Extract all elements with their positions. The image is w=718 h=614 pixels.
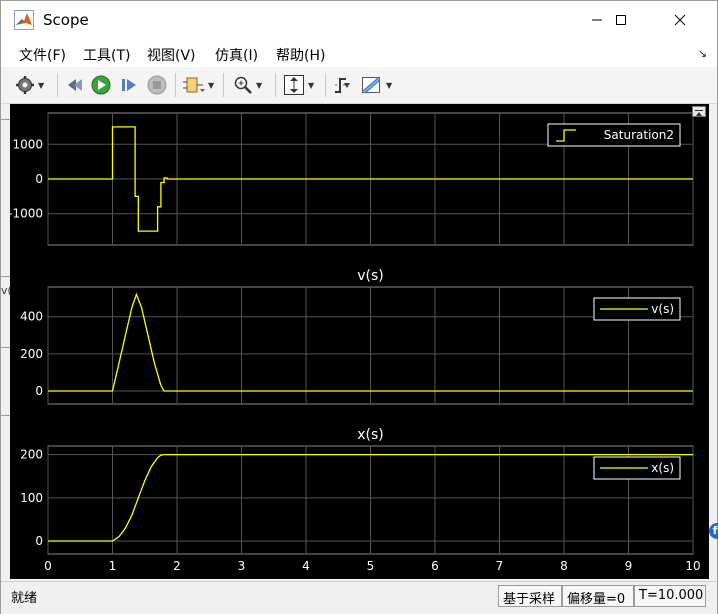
menu-view[interactable]: 视图(V) [147, 45, 196, 65]
signal-select-icon [183, 77, 205, 93]
x-tick-label: 7 [496, 559, 504, 573]
y-tick-label: 1000 [12, 137, 43, 151]
measure-icon [362, 77, 381, 94]
background-fragment: v( [1, 284, 12, 297]
plot-title: x(s) [357, 427, 384, 443]
time-readout: T=10.000 [634, 585, 706, 607]
y-tick-label: 200 [20, 448, 43, 462]
step-forward-button[interactable] [119, 74, 139, 96]
plot-area: -1000 0 1000 Saturation2 0 200 400 v(s) v(s) 0 100… [8, 104, 709, 579]
trigger-button[interactable] [333, 74, 353, 96]
scope-plots: -100001000Saturation20200400v(s)v(s)0100… [8, 112, 701, 573]
step-forward-icon [122, 79, 136, 91]
dropdown-arrow-icon[interactable]: ▼ [208, 81, 214, 90]
y-tick-label: -1000 [10, 207, 43, 221]
y-tick-label: 0 [35, 172, 43, 186]
maximize-button[interactable] [598, 1, 644, 39]
x-tick-label: 10 [685, 559, 700, 573]
signal-select-button[interactable]: ▼ [183, 74, 214, 96]
info-badge-icon[interactable]: f [709, 523, 718, 539]
trigger-icon [335, 78, 351, 93]
close-icon [674, 14, 686, 26]
y-tick-label: 0 [35, 534, 43, 548]
menu-file[interactable]: 文件(F) [19, 45, 66, 65]
dropdown-arrow-icon[interactable]: ▼ [308, 81, 314, 90]
scope-window: Scope 文件(F) 工具(T) 视图(V) 仿真(I) 帮助(H) ↘ ▼ [0, 0, 718, 614]
x-tick-label: 4 [302, 559, 310, 573]
status-text: 就绪 [11, 591, 38, 606]
window-title: Scope [43, 11, 89, 29]
x-tick-label: 6 [431, 559, 439, 573]
dropdown-arrow-icon[interactable]: ▼ [256, 81, 262, 90]
dropdown-arrow-icon[interactable]: ▼ [38, 81, 44, 90]
configuration-button[interactable]: ▼ [15, 74, 44, 96]
x-tick-label: 2 [173, 559, 181, 573]
sample-mode: 基于采样 [498, 585, 562, 607]
zoom-icon [234, 76, 252, 94]
y-tick-label: 400 [20, 310, 43, 324]
stop-icon [147, 75, 167, 95]
gear-icon [16, 76, 34, 94]
x-tick-label: 0 [44, 559, 52, 573]
legend-label: x(s) [651, 461, 674, 475]
x-tick-label: 9 [625, 559, 633, 573]
close-button[interactable] [657, 1, 703, 39]
dropdown-arrow-icon[interactable]: ▼ [386, 81, 392, 90]
scale-axes-icon [284, 75, 304, 95]
run-backward-button[interactable] [65, 74, 85, 96]
legend-label: v(s) [651, 302, 674, 316]
run-backward-icon [68, 79, 82, 91]
menu-help[interactable]: 帮助(H) [276, 45, 325, 65]
x-tick-label: 1 [109, 559, 117, 573]
toolbar: ▼ ▼ ▼ ▼ ▼ [1, 67, 717, 104]
menu-simulation[interactable]: 仿真(I) [215, 45, 258, 65]
undock-icon[interactable] [692, 106, 706, 117]
title-bar: Scope [1, 1, 717, 39]
plot-title: v(s) [357, 268, 384, 284]
matlab-logo-icon [14, 10, 34, 30]
status-bar: 就绪 基于采样 偏移量=0 T=10.000 [1, 581, 717, 614]
run-icon [91, 75, 111, 95]
y-tick-label: 0 [35, 384, 43, 398]
stop-button[interactable] [147, 74, 167, 96]
legend-label: Saturation2 [604, 128, 674, 142]
dock-arrow-icon[interactable]: ↘ [698, 47, 707, 60]
maximize-icon [616, 15, 626, 25]
menu-tools[interactable]: 工具(T) [83, 45, 130, 65]
x-tick-label: 5 [367, 559, 375, 573]
offset-readout: 偏移量=0 [562, 585, 634, 607]
menu-bar: 文件(F) 工具(T) 视图(V) 仿真(I) 帮助(H) [1, 39, 717, 67]
measurements-button[interactable]: ▼ [361, 74, 392, 96]
scale-axes-button[interactable]: ▼ [283, 74, 314, 96]
y-tick-label: 200 [20, 347, 43, 361]
x-tick-label: 3 [238, 559, 246, 573]
zoom-button[interactable]: ▼ [233, 74, 262, 96]
x-tick-label: 8 [560, 559, 568, 573]
run-button[interactable] [91, 74, 111, 96]
y-tick-label: 100 [20, 491, 43, 505]
